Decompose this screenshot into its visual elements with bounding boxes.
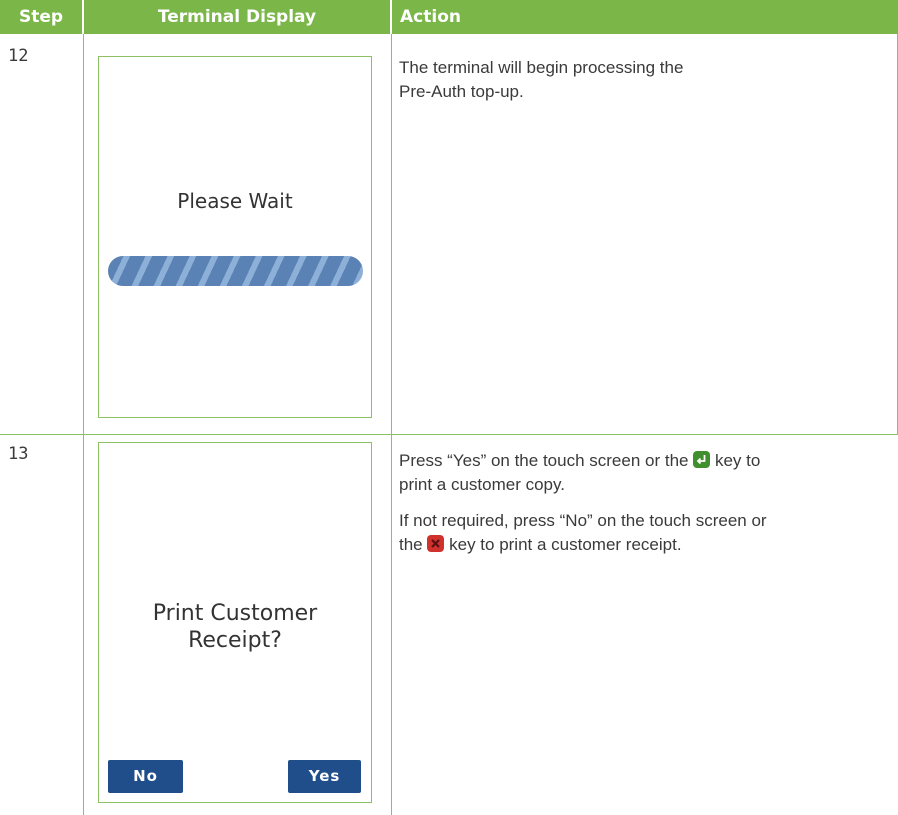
action-text-segment: print a customer copy. [399,475,565,494]
action-text: Press “Yes” on the touch screen or the k… [399,449,889,557]
step-number: 13 [8,444,29,464]
cancel-key-icon [427,535,445,552]
header-terminal-display: Terminal Display [84,0,390,34]
column-divider [83,34,84,815]
progress-bar-icon [108,256,363,286]
screen-message-line: Print Customer [152,601,318,626]
yes-button[interactable]: Yes [288,760,361,793]
action-text-segment: key to print a customer receipt. [449,535,682,554]
no-button[interactable]: No [108,760,183,793]
screen-message-line: Receipt? [188,628,282,653]
action-line: The terminal will begin processing the [399,58,684,77]
column-divider [391,34,392,815]
terminal-screen: Please Wait [98,56,372,418]
screen-message: Print Customer Receipt? [99,600,371,654]
enter-key-icon [693,451,711,468]
header-action: Action [392,0,898,34]
row-divider [0,434,898,435]
action-paragraph: If not required, press “No” on the touch… [399,509,889,557]
header-step: Step [0,0,82,34]
action-text: The terminal will begin processing the P… [399,56,889,104]
action-text-segment: Press “Yes” on the touch screen or the [399,451,689,470]
action-text-segment: If not required, press “No” on the touch… [399,511,767,530]
action-paragraph: Press “Yes” on the touch screen or the k… [399,449,889,497]
screen-message: Please Wait [177,189,293,213]
action-text-segment: the [399,535,423,554]
action-line: Pre-Auth top-up. [399,82,524,101]
table-header: Step Terminal Display Action [0,0,898,34]
step-number: 12 [8,46,29,66]
action-text-segment: key to [714,451,761,470]
terminal-screen: Print Customer Receipt? No Yes [98,442,372,803]
